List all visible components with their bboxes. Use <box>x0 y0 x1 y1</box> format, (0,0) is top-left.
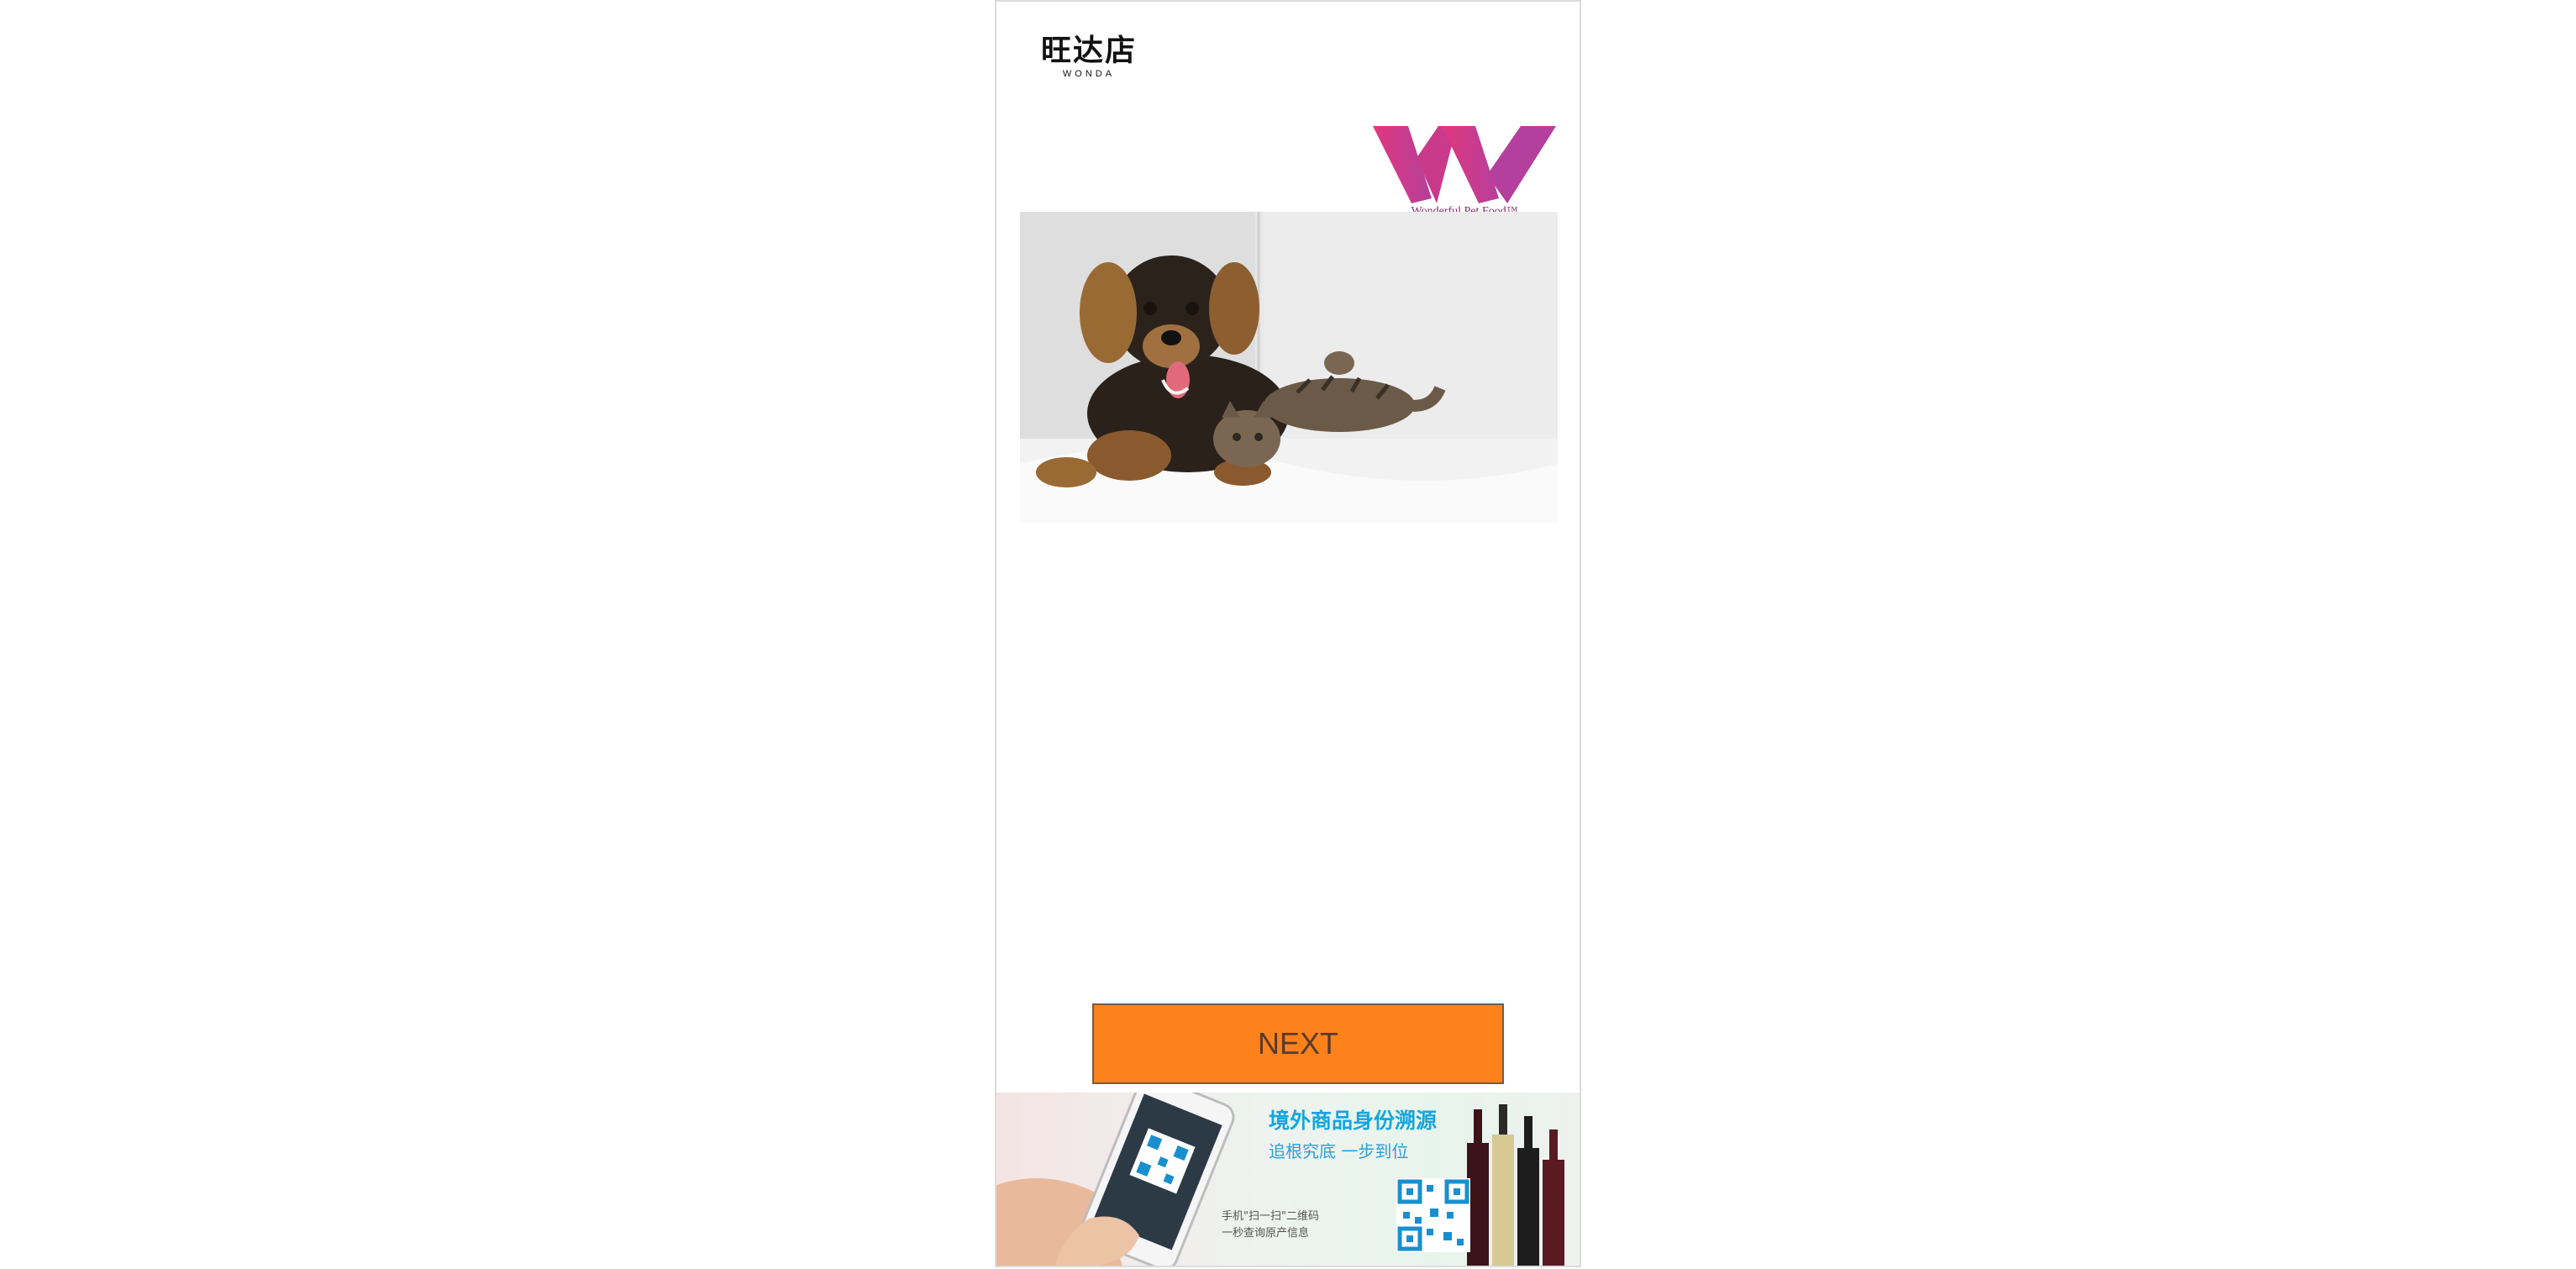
banner-note-line2: 一秒查询原产信息 <box>1222 1227 1310 1240</box>
banner-title: 境外商品身份溯源 <box>1269 1108 1438 1133</box>
phone-in-hand-icon <box>996 1093 1235 1266</box>
store-logo-en: WONDA <box>1062 69 1116 79</box>
store-logo: 旺达店 WONDA <box>1030 32 1148 84</box>
traceability-banner[interactable]: 境外商品身份溯源 追根究底 一步到位 手机"扫一扫"二维码 一秒查询原产信息 <box>996 1093 1580 1266</box>
hero-image <box>1020 212 1558 523</box>
brand-w-logo-icon <box>1373 126 1556 203</box>
brand-logo: Wonderful Pet Food™ <box>1373 124 1556 224</box>
banner-note-line1: 手机"扫一扫"二维码 <box>1222 1210 1319 1223</box>
store-logo-cn: 旺达店 <box>1040 33 1137 68</box>
qr-code-icon <box>1396 1178 1470 1252</box>
mobile-page: 旺达店 WONDA Wonderful Pet Food™ <box>995 0 1581 1267</box>
next-button[interactable]: NEXT <box>1092 1003 1504 1084</box>
banner-note: 手机"扫一扫"二维码 一秒查询原产信息 <box>1222 1208 1319 1242</box>
banner-subtitle: 追根究底 一步到位 <box>1269 1141 1409 1161</box>
pet-photo-icon <box>1020 212 1558 523</box>
